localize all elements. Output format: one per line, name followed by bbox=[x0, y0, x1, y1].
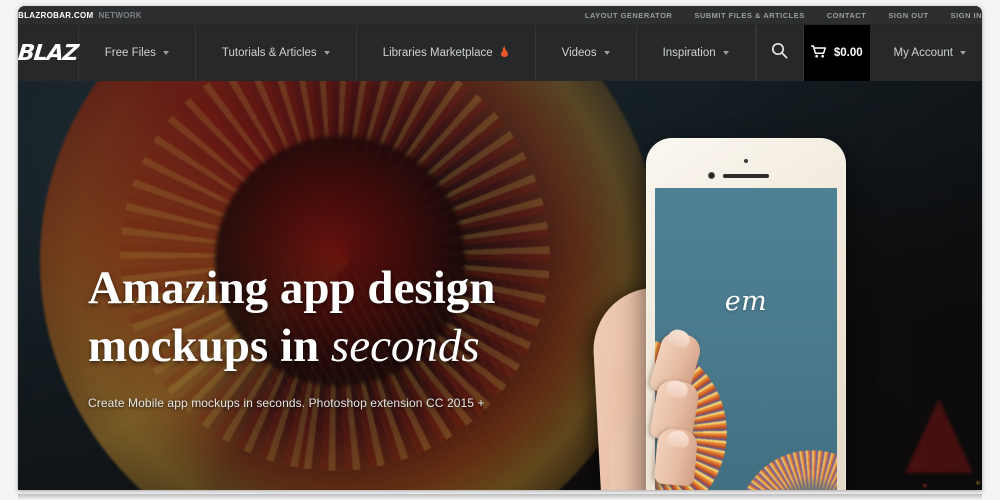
top-utility-links: LAYOUT GENERATOR SUBMIT FILES & ARTICLES… bbox=[585, 11, 982, 20]
browser-shell: BLAZROBAR.COM NETWORK LAYOUT GENERATOR S… bbox=[18, 6, 982, 490]
page-root: BLAZROBAR.COM NETWORK LAYOUT GENERATOR S… bbox=[0, 0, 1000, 500]
nav-item-label: Libraries Marketplace bbox=[382, 47, 493, 59]
chevron-down-icon bbox=[722, 51, 729, 55]
site-logo[interactable]: BLAZ bbox=[18, 25, 79, 81]
cart-icon bbox=[810, 45, 826, 61]
hero-headline: Amazing app design mockups in seconds bbox=[88, 259, 608, 375]
website-content: BLAZROBAR.COM NETWORK LAYOUT GENERATOR S… bbox=[18, 6, 982, 490]
search-icon bbox=[771, 42, 788, 64]
toplink-sign-in[interactable]: SIGN IN bbox=[951, 11, 982, 20]
phone-speaker-icon bbox=[723, 174, 769, 178]
cart-button[interactable]: $0.00 bbox=[803, 25, 870, 81]
phone-camera-icon bbox=[708, 172, 715, 179]
network-brand-primary: BLAZROBAR.COM bbox=[18, 10, 94, 20]
top-utility-bar: BLAZROBAR.COM NETWORK LAYOUT GENERATOR S… bbox=[18, 6, 982, 25]
nav-item-inspiration[interactable]: Inspiration bbox=[637, 25, 756, 81]
hero-subheadline: Create Mobile app mockups in seconds. Ph… bbox=[88, 396, 485, 410]
network-brand-secondary: NETWORK bbox=[98, 10, 142, 20]
site-logo-text: BLAZ bbox=[18, 40, 80, 66]
nav-item-tutorials-articles[interactable]: Tutorials & Articles bbox=[196, 25, 357, 81]
toplink-layout-generator[interactable]: LAYOUT GENERATOR bbox=[585, 11, 672, 20]
toplink-sign-out[interactable]: SIGN OUT bbox=[888, 11, 928, 20]
toplink-submit-files[interactable]: SUBMIT FILES & ARTICLES bbox=[694, 11, 804, 20]
flame-icon bbox=[500, 45, 509, 61]
nav-item-videos[interactable]: Videos bbox=[536, 25, 637, 81]
phone-screen-word: em bbox=[724, 286, 768, 317]
chevron-down-icon bbox=[162, 51, 169, 55]
main-navigation: BLAZ Free Files Tutorials & Articles Lib… bbox=[18, 25, 982, 81]
nav-item-label: Inspiration bbox=[662, 47, 716, 59]
nav-item-label: Tutorials & Articles bbox=[221, 47, 317, 59]
nav-item-label: Free Files bbox=[104, 47, 156, 59]
phone-sensor-icon bbox=[744, 159, 748, 163]
chevron-down-icon bbox=[323, 51, 330, 55]
my-account-label: My Account bbox=[893, 47, 953, 59]
chevron-down-icon bbox=[603, 51, 610, 55]
hero-copy: Amazing app design mockups in seconds Cr… bbox=[88, 259, 608, 410]
chevron-down-icon bbox=[960, 51, 966, 55]
nav-item-label: Videos bbox=[561, 47, 597, 59]
nav-item-free-files[interactable]: Free Files bbox=[79, 25, 196, 81]
network-brand[interactable]: BLAZROBAR.COM NETWORK bbox=[18, 11, 142, 20]
cart-amount: $0.00 bbox=[833, 47, 863, 59]
toplink-contact[interactable]: CONTACT bbox=[827, 11, 867, 20]
hero-headline-line1: Amazing app design bbox=[88, 262, 496, 314]
nav-item-libraries-marketplace[interactable]: Libraries Marketplace bbox=[357, 25, 536, 81]
my-account-menu[interactable]: My Account bbox=[870, 25, 982, 81]
hero-banner: Amazing app design mockups in seconds Cr… bbox=[18, 81, 982, 490]
page-bottom-shadow bbox=[18, 494, 982, 500]
search-button[interactable] bbox=[757, 25, 804, 81]
hero-headline-line2-plain: mockups in bbox=[88, 320, 331, 372]
hero-headline-line2-italic: seconds bbox=[330, 320, 480, 372]
